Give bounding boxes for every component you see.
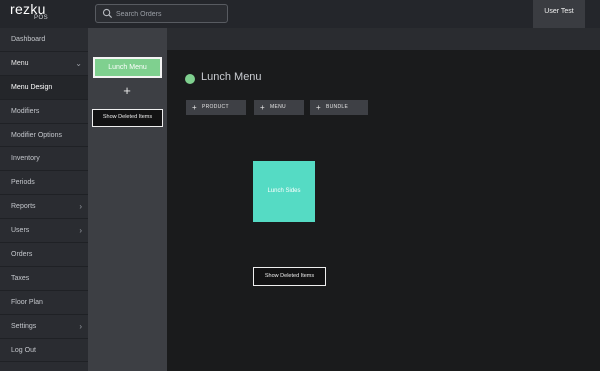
- sidebar-item-log-out[interactable]: Log Out: [0, 339, 88, 363]
- sidebar-item-label: Settings: [11, 322, 37, 330]
- sidebar-item-label: Dashboard: [11, 36, 46, 43]
- chevron-right-icon: ›: [79, 202, 82, 212]
- search-input[interactable]: [116, 7, 224, 21]
- add-menu-label: MENU: [270, 104, 286, 110]
- plus-icon: +: [316, 103, 321, 112]
- sidebar-item-label: Menu Design: [11, 83, 53, 91]
- sidebar-item-label: Floor Plan: [11, 298, 43, 306]
- sidebar-item-modifiers[interactable]: Modifiers: [0, 100, 88, 124]
- sidebar-item-label: Modifier Options: [11, 131, 62, 139]
- sidebar-item-inventory[interactable]: Inventory: [0, 147, 88, 172]
- show-deleted-items-button[interactable]: Show Deleted Items: [253, 267, 326, 286]
- add-bundle-label: BUNDLE: [326, 104, 349, 110]
- sidebar-item-label: Reports: [11, 203, 36, 211]
- sidebar-item-label: Periods: [11, 179, 35, 187]
- logo[interactable]: rezku POS: [0, 0, 88, 28]
- sidebar-item-menu-design[interactable]: Menu Design: [0, 75, 88, 100]
- add-menu-button[interactable]: + MENU: [254, 100, 304, 115]
- main-header-strip: [167, 28, 600, 50]
- sidebar-item-label: Log Out: [11, 346, 36, 354]
- sidebar-item-users[interactable]: Users ›: [0, 219, 88, 244]
- sidebar-item-label: Inventory: [11, 155, 40, 163]
- logo-subtitle: POS: [34, 15, 49, 21]
- sidebar-item-dashboard[interactable]: Dashboard: [0, 28, 88, 52]
- search-box[interactable]: [95, 4, 228, 23]
- top-bar: rezku POS User Test: [0, 0, 600, 28]
- show-deleted-menus-button[interactable]: Show Deleted Items: [92, 109, 163, 127]
- plus-icon: +: [192, 103, 197, 112]
- add-menu-button[interactable]: +: [121, 84, 133, 97]
- menu-tile-lunch-sides[interactable]: Lunch Sides: [253, 161, 315, 222]
- add-product-label: PRODUCT: [202, 104, 229, 110]
- plus-icon: +: [260, 103, 265, 112]
- menu-list-panel: Lunch Menu + Show Deleted Items: [88, 28, 167, 371]
- sidebar-item-floor-plan[interactable]: Floor Plan: [0, 291, 88, 315]
- sidebar-item-label: Orders: [11, 251, 33, 259]
- sidebar-item-periods[interactable]: Periods: [0, 171, 88, 196]
- user-menu[interactable]: User Test: [533, 0, 585, 28]
- chevron-right-icon: ›: [79, 226, 82, 236]
- menu-color-dot: [185, 74, 195, 84]
- add-bundle-button[interactable]: + BUNDLE: [310, 100, 368, 115]
- sidebar-item-orders[interactable]: Orders: [0, 243, 88, 267]
- search-icon: [102, 8, 113, 19]
- chevron-right-icon: ›: [79, 321, 82, 331]
- chevron-down-icon: ⌄: [75, 58, 82, 68]
- sidebar-item-modifier-options[interactable]: Modifier Options: [0, 124, 88, 148]
- menu-item-lunch-menu[interactable]: Lunch Menu: [93, 57, 162, 78]
- sidebar-item-settings[interactable]: Settings ›: [0, 315, 88, 339]
- sidebar-item-taxes[interactable]: Taxes: [0, 267, 88, 291]
- sidebar: Dashboard Menu ⌄ Menu Design Modifiers Mo…: [0, 28, 88, 371]
- sidebar-item-reports[interactable]: Reports ›: [0, 195, 88, 220]
- sidebar-item-label: Taxes: [11, 274, 30, 282]
- menu-design-area: Lunch Menu + PRODUCT + MENU + BUNDLE Lun…: [167, 28, 600, 371]
- sidebar-item-menu[interactable]: Menu ⌄: [0, 52, 88, 76]
- sidebar-item-label: Menu: [11, 59, 29, 67]
- page-title: Lunch Menu: [201, 71, 262, 83]
- add-product-button[interactable]: + PRODUCT: [186, 100, 246, 115]
- sidebar-item-label: Users: [11, 227, 30, 235]
- sidebar-item-label: Modifiers: [11, 107, 40, 115]
